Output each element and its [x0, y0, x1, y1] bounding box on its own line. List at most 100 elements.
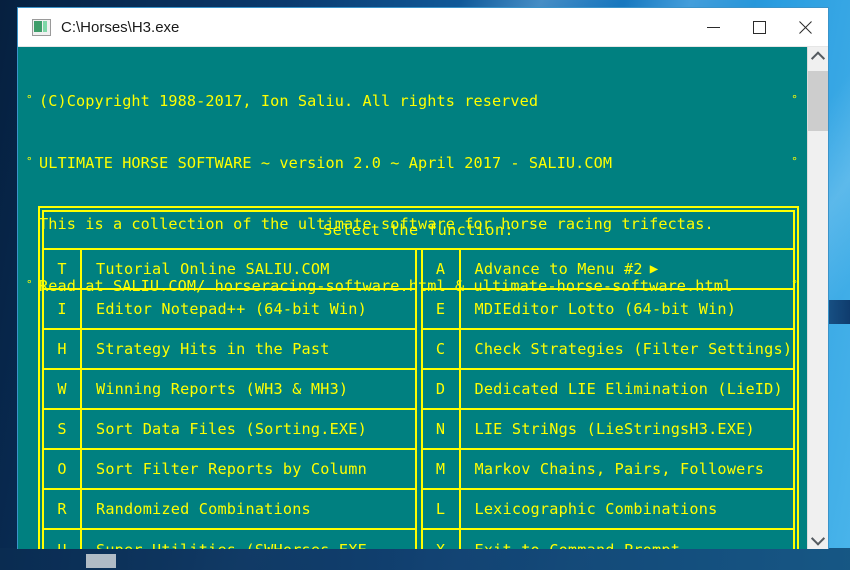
taskbar[interactable]	[0, 548, 850, 570]
menu-key: O	[44, 450, 82, 488]
menu-key: A	[423, 250, 461, 288]
advance-arrow-icon: ▶	[649, 261, 659, 277]
close-button[interactable]	[782, 8, 828, 46]
menu-item-x[interactable]: X Exit to Command Prompt	[423, 530, 794, 549]
taskbar-item[interactable]	[86, 554, 116, 568]
menu-key: C	[423, 330, 461, 368]
menu-label: Strategy Hits in the Past	[82, 330, 415, 368]
header-line: ° ULTIMATE HORSE SOFTWARE ~ version 2.0 …	[18, 153, 807, 174]
header-line: ° (C)Copyright 1988-2017, Ion Saliu. All…	[18, 91, 807, 112]
menu-key: I	[44, 290, 82, 328]
menu-item-m[interactable]: M Markov Chains, Pairs, Followers	[422, 450, 794, 490]
header-line-text: (C)Copyright 1988-2017, Ion Saliu. All r…	[39, 92, 539, 110]
menu-label-text: LIE StriNgs (LieStringsH3.EXE)	[474, 420, 755, 438]
menu-item-o[interactable]: O Sort Filter Reports by Column	[44, 450, 415, 490]
menu-label-text: Editor Notepad++ (64-bit Win)	[96, 300, 367, 318]
menu-label: Randomized Combinations	[82, 490, 415, 528]
menu-key: W	[44, 370, 82, 408]
menu-item-t[interactable]: T Tutorial Online SALIU.COM	[44, 250, 415, 290]
menu-key: T	[44, 250, 82, 288]
menu-key: U	[44, 530, 82, 549]
window-titlebar[interactable]: C:\Horses\H3.exe	[18, 8, 828, 47]
menu-label-text: Strategy Hits in the Past	[96, 340, 330, 358]
menu-item-l[interactable]: L Lexicographic Combinations	[422, 490, 794, 530]
menu-label-text: Winning Reports (WH3 & MH3)	[96, 380, 349, 398]
menu-item-s[interactable]: S Sort Data Files (Sorting.EXE)	[44, 410, 415, 450]
menu-key: M	[423, 450, 461, 488]
minimize-icon	[706, 26, 720, 28]
menu-label: Tutorial Online SALIU.COM	[82, 250, 415, 288]
window-controls	[690, 8, 828, 46]
console-output: ° (C)Copyright 1988-2017, Ion Saliu. All…	[18, 47, 807, 549]
function-menu-box: Select the function: T Tutorial Online S…	[42, 210, 795, 549]
menu-label: Advance to Menu #2 ▶	[461, 250, 794, 288]
menu-label-text: Super Utilities (SWHorses.EXE	[96, 541, 367, 549]
menu-item-i[interactable]: I Editor Notepad++ (64-bit Win)	[44, 290, 415, 330]
console-window: C:\Horses\H3.exe ° (C)Copyright 1988-201…	[18, 8, 828, 549]
menu-item-h[interactable]: H Strategy Hits in the Past	[44, 330, 415, 370]
menu-item-r[interactable]: R Randomized Combinations	[44, 490, 415, 530]
bullet-left-icon: °	[26, 277, 33, 291]
window-client-area: ° (C)Copyright 1988-2017, Ion Saliu. All…	[18, 47, 828, 549]
menu-label-text: Lexicographic Combinations	[474, 500, 718, 518]
menu-label: Check Strategies (Filter Settings)	[461, 330, 794, 368]
menu-key: E	[423, 290, 461, 328]
menu-column-left: T Tutorial Online SALIU.COM I Editor Not…	[44, 250, 417, 549]
menu-title: Select the function:	[44, 212, 793, 250]
bullet-left-icon: °	[26, 93, 33, 106]
menu-label: Lexicographic Combinations	[461, 490, 794, 528]
menu-label-text: MDIEditor Lotto (64-bit Win)	[474, 300, 737, 318]
menu-label: Sort Filter Reports by Column	[82, 450, 415, 488]
scroll-up-icon	[810, 50, 826, 65]
menu-item-a[interactable]: A Advance to Menu #2 ▶	[422, 250, 794, 290]
scrollbar-thumb[interactable]	[808, 71, 828, 131]
window-title: C:\Horses\H3.exe	[61, 18, 180, 36]
scroll-up-button[interactable]	[808, 47, 828, 66]
function-menu-panel: Select the function: T Tutorial Online S…	[38, 206, 799, 549]
menu-key: R	[44, 490, 82, 528]
bullet-left-icon: °	[26, 154, 33, 168]
menu-column-right: A Advance to Menu #2 ▶ E MDIEditor Lotto …	[420, 250, 794, 549]
scroll-down-icon	[810, 531, 826, 546]
menu-label: Dedicated LIE Elimination (LieID)	[461, 370, 794, 408]
menu-item-w[interactable]: W Winning Reports (WH3 & MH3)	[44, 370, 415, 410]
bullet-right-icon: °	[791, 93, 798, 106]
minimize-button[interactable]	[690, 8, 736, 46]
menu-label-text: Advance to Menu #2	[474, 260, 643, 278]
menu-label-text: Sort Filter Reports by Column	[96, 460, 367, 478]
menu-item-u[interactable]: U Super Utilities (SWHorses.EXE	[44, 530, 415, 549]
menu-label: MDIEditor Lotto (64-bit Win)	[461, 290, 794, 328]
menu-key: D	[423, 370, 461, 408]
menu-item-e[interactable]: E MDIEditor Lotto (64-bit Win)	[422, 290, 794, 330]
menu-label: Winning Reports (WH3 & MH3)	[82, 370, 415, 408]
menu-key: N	[423, 410, 461, 448]
menu-label-text: Tutorial Online SALIU.COM	[96, 260, 330, 278]
menu-label: Sort Data Files (Sorting.EXE)	[82, 410, 415, 448]
menu-item-c[interactable]: C Check Strategies (Filter Settings)	[422, 330, 794, 370]
menu-label-text: Check Strategies (Filter Settings)	[474, 340, 793, 358]
menu-columns: T Tutorial Online SALIU.COM I Editor Not…	[44, 250, 793, 549]
maximize-icon	[752, 20, 766, 34]
menu-label: Editor Notepad++ (64-bit Win)	[82, 290, 415, 328]
menu-key: H	[44, 330, 82, 368]
console-app-icon	[32, 18, 51, 36]
close-icon	[798, 20, 813, 35]
maximize-button[interactable]	[736, 8, 782, 46]
menu-label-text: Sort Data Files (Sorting.EXE)	[96, 420, 367, 438]
menu-label-text: Randomized Combinations	[96, 500, 311, 518]
menu-label-text: Exit to Command Prompt	[475, 541, 681, 549]
menu-label: Super Utilities (SWHorses.EXE	[82, 530, 415, 549]
menu-key: L	[423, 490, 461, 528]
scroll-down-button[interactable]	[808, 530, 828, 549]
menu-item-n[interactable]: N LIE StriNgs (LieStringsH3.EXE)	[422, 410, 794, 450]
menu-label-text: Markov Chains, Pairs, Followers	[474, 460, 765, 478]
menu-label: Exit to Command Prompt	[461, 530, 794, 549]
menu-label: Markov Chains, Pairs, Followers	[461, 450, 794, 488]
menu-label-text: Dedicated LIE Elimination (LieID)	[474, 380, 783, 398]
header-line-text: ULTIMATE HORSE SOFTWARE ~ version 2.0 ~ …	[39, 153, 613, 172]
menu-key: S	[44, 410, 82, 448]
menu-key: X	[423, 530, 461, 549]
menu-item-d[interactable]: D Dedicated LIE Elimination (LieID)	[422, 370, 794, 410]
vertical-scrollbar[interactable]	[807, 47, 828, 549]
menu-label: LIE StriNgs (LieStringsH3.EXE)	[461, 410, 794, 448]
